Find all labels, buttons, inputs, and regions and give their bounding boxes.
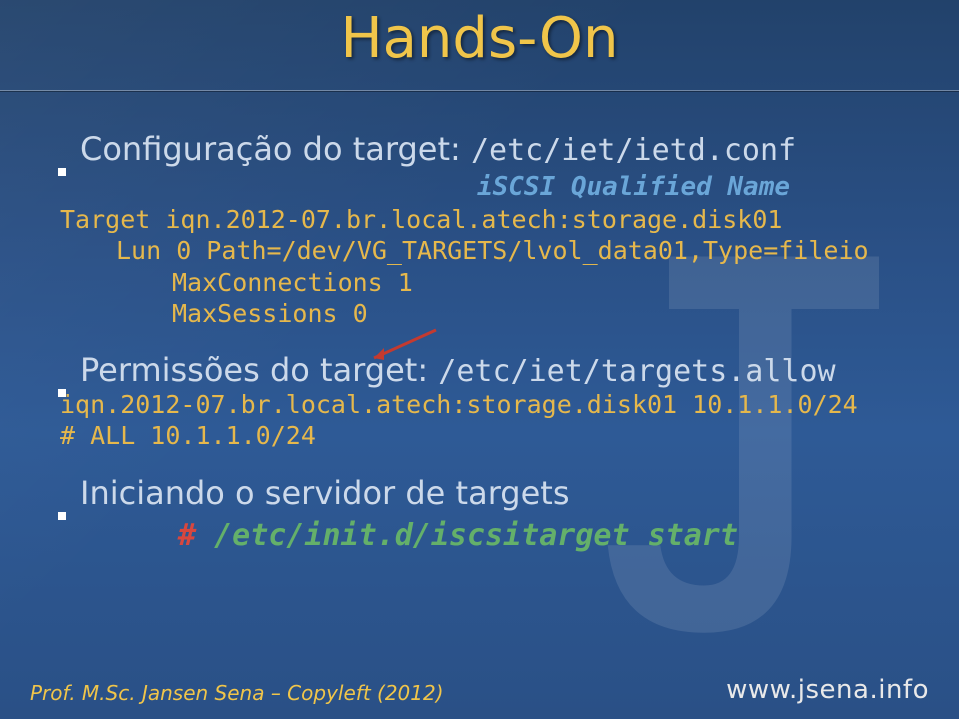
bullet-path: /etc/iet/ietd.conf	[471, 133, 796, 168]
bullet-text: Permissões do target: /etc/iet/targets.a…	[80, 351, 836, 389]
bullet-iniciando: Iniciando o servidor de targets	[58, 474, 919, 512]
code-line: # ALL 10.1.1.0/24	[60, 421, 316, 450]
bullet-label: Configuração do target:	[80, 130, 471, 168]
slide-title: Hands-On	[0, 6, 959, 71]
footer-url: www.jsena.info	[726, 675, 929, 705]
command-text: /etc/init.d/iscsitarget start	[214, 518, 738, 553]
slide-body: Configuração do target: /etc/iet/ietd.co…	[58, 130, 919, 553]
bullet-config-target: Configuração do target: /etc/iet/ietd.co…	[58, 130, 919, 168]
bullet-icon	[58, 512, 66, 520]
annotation-iqn: iSCSI Qualified Name	[348, 172, 919, 202]
bullet-label: Iniciando o servidor de targets	[80, 474, 570, 512]
code-line: Target iqn.2012-07.br.local.atech:storag…	[60, 205, 782, 234]
title-divider	[0, 90, 959, 92]
code-ietd-conf: Target iqn.2012-07.br.local.atech:storag…	[60, 204, 919, 329]
command-line: # /etc/init.d/iscsitarget start	[178, 518, 919, 553]
bullet-permissoes: Permissões do target: /etc/iet/targets.a…	[58, 351, 919, 389]
slide: Hands-On Configuração do target: /etc/ie…	[0, 0, 959, 719]
bullet-text: Iniciando o servidor de targets	[80, 474, 570, 512]
code-line: Lun 0 Path=/dev/VG_TARGETS/lvol_data01,T…	[116, 235, 919, 266]
code-targets-allow: iqn.2012-07.br.local.atech:storage.disk0…	[60, 389, 919, 452]
prompt-hash: #	[178, 518, 214, 553]
bullet-icon	[58, 389, 66, 397]
bullet-label: Permissões do target:	[80, 351, 438, 389]
bullet-icon	[58, 168, 66, 176]
code-line: MaxConnections 1	[172, 267, 919, 298]
footer-author: Prof. M.Sc. Jansen Sena – Copyleft (2012…	[30, 681, 444, 705]
bullet-text: Configuração do target: /etc/iet/ietd.co…	[80, 130, 796, 168]
code-line: iqn.2012-07.br.local.atech:storage.disk0…	[60, 390, 858, 419]
code-line: MaxSessions 0	[172, 298, 919, 329]
bullet-path: /etc/iet/targets.allow	[438, 354, 835, 389]
